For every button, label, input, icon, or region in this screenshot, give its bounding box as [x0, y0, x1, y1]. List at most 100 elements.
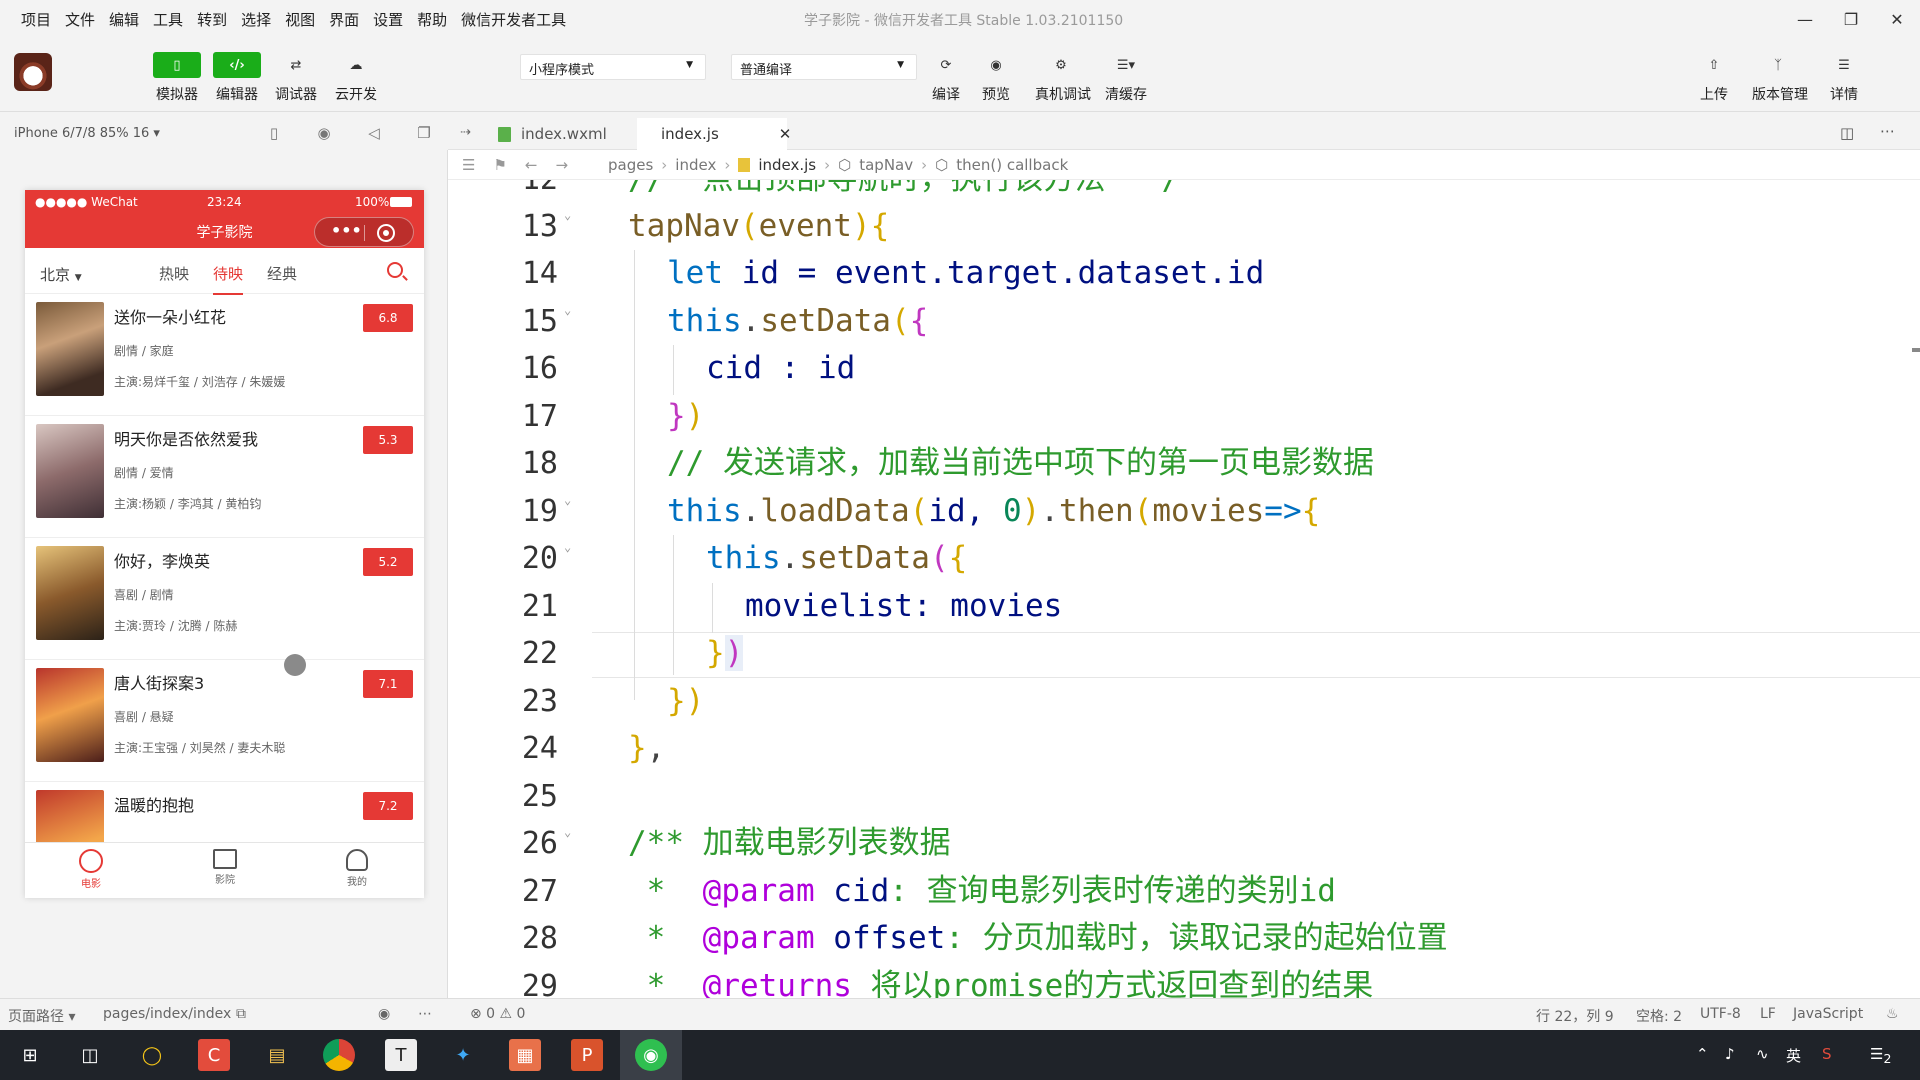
- cursor-position[interactable]: 行 22，列 9: [1536, 1006, 1614, 1026]
- code-editor[interactable]: 12 13 14 15 16 17 18 19 20 21 22 23 24 2…: [448, 180, 1920, 998]
- menu-settings[interactable]: 设置: [366, 9, 410, 30]
- phone-status-bar: ●●●●● WeChat 23:24 100%: [25, 190, 424, 214]
- remote-debug-button[interactable]: ⚙ 真机调试: [1035, 52, 1091, 104]
- fold-chevron-icon[interactable]: ⌄: [564, 303, 571, 317]
- menu-interface[interactable]: 界面: [322, 9, 366, 30]
- details-button[interactable]: ☰ 详情: [1818, 52, 1870, 104]
- menu-project[interactable]: 项目: [14, 9, 58, 30]
- menu-tools[interactable]: 工具: [146, 9, 190, 30]
- minimize-button[interactable]: —: [1782, 0, 1828, 38]
- device-frame-icon[interactable]: ▯: [264, 124, 284, 144]
- menu-edit[interactable]: 编辑: [102, 9, 146, 30]
- breadcrumb-item[interactable]: pages: [608, 156, 653, 174]
- more-icon[interactable]: •••: [331, 221, 362, 240]
- problems-count[interactable]: ⊗ 0 ⚠ 0: [470, 1006, 525, 1022]
- debugger-toggle[interactable]: ⇄ 调试器: [270, 52, 322, 104]
- windows-start-icon[interactable]: ⊞: [14, 1039, 46, 1071]
- compile-button[interactable]: ⟳ 编译: [920, 52, 972, 104]
- city-select[interactable]: 北京 ▼: [40, 264, 82, 285]
- more-icon[interactable]: ⋯: [418, 1006, 432, 1022]
- tab-classic[interactable]: 经典: [267, 263, 297, 284]
- menu-select[interactable]: 选择: [234, 9, 278, 30]
- bookmark-icon[interactable]: ⚑: [493, 156, 506, 174]
- more-icon[interactable]: ⋯: [1880, 122, 1895, 140]
- chevron-up-icon[interactable]: ⌃: [1696, 1045, 1709, 1063]
- record-icon[interactable]: ◉: [314, 124, 334, 144]
- close-window-button[interactable]: ✕: [1874, 0, 1920, 38]
- movie-item[interactable]: 你好，李焕英 喜剧 / 剧情 主演:贾玲 / 沈腾 / 陈赫 5.2: [25, 538, 424, 660]
- tab-index-js[interactable]: index.js ✕: [637, 118, 791, 150]
- device-select[interactable]: iPhone 6/7/8 85% 16 ▾: [14, 126, 160, 141]
- tab-upcoming[interactable]: 待映: [213, 263, 244, 295]
- app-red-icon[interactable]: C: [198, 1039, 230, 1071]
- movie-item[interactable]: 明天你是否依然爱我 剧情 / 爱情 主演:杨颖 / 李鸿其 / 黄柏钧 5.3: [25, 416, 424, 538]
- breadcrumb-item[interactable]: tapNav: [859, 156, 913, 174]
- line-ending[interactable]: LF: [1760, 1006, 1776, 1022]
- breadcrumb-item[interactable]: then() callback: [956, 156, 1068, 174]
- scrollbar-marker[interactable]: [1912, 348, 1920, 352]
- close-tab-icon[interactable]: ✕: [779, 125, 792, 143]
- hbuilder-icon[interactable]: ▦: [509, 1039, 541, 1071]
- copy-icon[interactable]: ⧉: [236, 1006, 246, 1022]
- clear-cache-button[interactable]: ☰▾ 清缓存: [1100, 52, 1152, 104]
- chrome-icon[interactable]: [323, 1039, 355, 1071]
- input-method-icon[interactable]: S: [1822, 1045, 1832, 1063]
- version-button[interactable]: ᛉ 版本管理: [1752, 52, 1808, 104]
- collapse-sidebar-icon[interactable]: ⇢: [460, 125, 471, 140]
- fold-chevron-icon[interactable]: ⌄: [564, 540, 571, 554]
- movie-item[interactable]: 唐人街探案3 喜剧 / 悬疑 主演:王宝强 / 刘昊然 / 妻夫木聪 7.1: [25, 660, 424, 782]
- task-view-icon[interactable]: ◫: [74, 1039, 106, 1071]
- bell-icon[interactable]: ♨: [1886, 1006, 1899, 1022]
- wechat-devtools-icon[interactable]: ◉: [635, 1039, 667, 1071]
- fold-chevron-icon[interactable]: ⌄: [564, 493, 571, 507]
- movie-item[interactable]: 送你一朵小红花 剧情 / 家庭 主演:易烊千玺 / 刘浩存 / 朱媛媛 6.8: [25, 294, 424, 416]
- tab-hot[interactable]: 热映: [159, 263, 189, 284]
- page-path-select[interactable]: 页面路径 ▾: [8, 1006, 75, 1026]
- close-mini-program-icon[interactable]: [377, 224, 395, 242]
- breadcrumb-item[interactable]: index: [675, 156, 716, 174]
- typora-icon[interactable]: T: [385, 1039, 417, 1071]
- menu-goto[interactable]: 转到: [190, 9, 234, 30]
- cloud-dev-button[interactable]: ☁ 云开发: [330, 52, 382, 104]
- fold-chevron-icon[interactable]: ⌄: [564, 208, 571, 222]
- indentation[interactable]: 空格: 2: [1636, 1006, 1682, 1026]
- language-mode[interactable]: JavaScript: [1793, 1006, 1863, 1022]
- restore-button[interactable]: ❐: [1828, 0, 1874, 38]
- tab-index-wxml[interactable]: index.wxml: [484, 118, 634, 150]
- mini-program-capsule[interactable]: •••: [314, 217, 414, 247]
- fold-chevron-icon[interactable]: ⌄: [564, 825, 571, 839]
- search-icon[interactable]: [387, 262, 403, 278]
- app-circle-icon[interactable]: ◯: [136, 1039, 168, 1071]
- user-avatar[interactable]: [14, 53, 52, 91]
- detach-icon[interactable]: ❐: [414, 124, 434, 144]
- sound-icon[interactable]: ◁: [364, 124, 384, 144]
- tabbar-movies[interactable]: 电影: [61, 849, 121, 890]
- network-icon[interactable]: ∿: [1756, 1045, 1769, 1063]
- folder-icon[interactable]: ▤: [261, 1039, 293, 1071]
- movie-score: 7.2: [363, 792, 413, 820]
- menu-view[interactable]: 视图: [278, 9, 322, 30]
- ime-indicator[interactable]: 英: [1786, 1045, 1801, 1066]
- back-icon[interactable]: ←: [525, 156, 538, 174]
- editor-toggle[interactable]: ‹/› 编辑器: [211, 52, 263, 104]
- outline-icon[interactable]: ☰: [462, 156, 475, 174]
- menu-wechat-devtools[interactable]: 微信开发者工具: [454, 9, 573, 30]
- upload-button[interactable]: ⇧ 上传: [1688, 52, 1740, 104]
- volume-icon[interactable]: ♪: [1725, 1045, 1735, 1063]
- forward-icon[interactable]: →: [555, 156, 568, 174]
- mode-select[interactable]: 小程序模式 ▼: [520, 54, 706, 80]
- compile-select[interactable]: 普通编译 ▼: [731, 54, 917, 80]
- split-editor-icon[interactable]: ◫: [1840, 124, 1854, 142]
- eye-icon[interactable]: ◉: [378, 1006, 390, 1022]
- encoding[interactable]: UTF-8: [1700, 1006, 1741, 1022]
- tabbar-cinema[interactable]: 影院: [195, 849, 255, 886]
- breadcrumb-item[interactable]: index.js: [758, 156, 816, 174]
- menu-file[interactable]: 文件: [58, 9, 102, 30]
- menu-help[interactable]: 帮助: [410, 9, 454, 30]
- notification-center[interactable]: ☰2: [1870, 1045, 1891, 1066]
- tabbar-me[interactable]: 我的: [327, 849, 387, 888]
- vscode-icon[interactable]: ✦: [447, 1039, 479, 1071]
- simulator-toggle[interactable]: ▯ 模拟器: [151, 52, 203, 104]
- preview-button[interactable]: ◉ 预览: [970, 52, 1022, 104]
- powerpoint-icon[interactable]: P: [571, 1039, 603, 1071]
